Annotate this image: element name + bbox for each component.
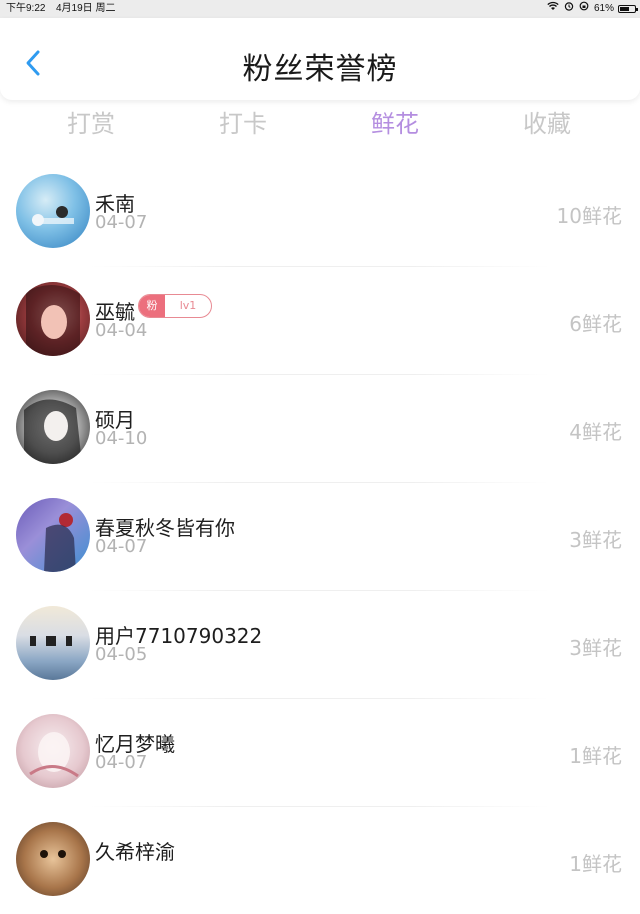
avatar — [16, 390, 90, 464]
avatar — [16, 714, 90, 788]
entry-date: 04-07 — [95, 212, 148, 233]
list-item[interactable]: 春夏秋冬皆有你 04-07 3鲜花 — [0, 482, 640, 590]
flower-count: 1鲜花 — [569, 852, 622, 876]
entry-date: 04-07 — [95, 536, 148, 557]
fan-level-badge: 粉 lv1 — [138, 294, 212, 318]
flower-count: 10鲜花 — [556, 204, 622, 228]
avatar — [16, 606, 90, 680]
entry-date: 04-05 — [95, 644, 148, 665]
row-divider — [90, 482, 550, 483]
tab-flowers[interactable]: 鲜花 — [340, 104, 450, 139]
alarm-icon — [564, 0, 574, 18]
badge-level: lv1 — [179, 299, 197, 312]
row-divider — [90, 698, 550, 699]
status-icons: 61% — [547, 0, 614, 18]
tab-bar: 打赏 打卡 鲜花 收藏 — [0, 100, 640, 146]
tab-favorites[interactable]: 收藏 — [492, 104, 602, 139]
flower-count: 6鲜花 — [569, 312, 622, 336]
row-divider — [90, 374, 550, 375]
list-item[interactable]: 巫毓 粉 lv1 04-04 6鲜花 — [0, 266, 640, 374]
list-item[interactable]: 禾南 04-07 10鲜花 — [0, 158, 640, 266]
rotation-lock-icon — [579, 0, 589, 18]
entry-date: 04-07 — [95, 752, 148, 773]
entry-date: 04-04 — [95, 320, 148, 341]
list-item[interactable]: 硕月 04-10 4鲜花 — [0, 374, 640, 482]
status-time: 下午9:22 — [6, 3, 46, 14]
wifi-icon — [547, 0, 559, 18]
battery-fill — [620, 7, 629, 11]
avatar — [16, 174, 90, 248]
entry-date: 04-10 — [95, 428, 148, 449]
battery-icon — [618, 5, 638, 13]
list-item[interactable]: 久希梓渝 1鲜花 — [0, 806, 640, 914]
row-divider — [90, 266, 550, 267]
avatar — [16, 822, 90, 896]
status-bar: 下午9:22 4月19日 周二 61% — [0, 0, 640, 18]
badge-fan-label: 粉 — [139, 295, 165, 317]
nav-bar: 粉丝荣誉榜 — [0, 18, 640, 100]
user-name: 久希梓渝 — [95, 840, 175, 864]
list-item[interactable]: 用户7710790322 04-05 3鲜花 — [0, 590, 640, 698]
status-date: 4月19日 周二 — [56, 3, 116, 14]
list-item[interactable]: 忆月梦曦 04-07 1鲜花 — [0, 698, 640, 806]
tab-tips[interactable]: 打赏 — [36, 104, 146, 139]
flower-count: 3鲜花 — [569, 528, 622, 552]
row-divider — [90, 806, 550, 807]
tab-checkin[interactable]: 打卡 — [188, 104, 298, 139]
flower-count: 3鲜花 — [569, 636, 622, 660]
battery-percent: 61% — [593, 3, 614, 14]
flower-count: 4鲜花 — [569, 420, 622, 444]
page-title: 粉丝荣誉榜 — [242, 52, 398, 87]
flower-count: 1鲜花 — [569, 744, 622, 768]
avatar — [16, 282, 90, 356]
row-divider — [90, 590, 550, 591]
avatar — [16, 498, 90, 572]
